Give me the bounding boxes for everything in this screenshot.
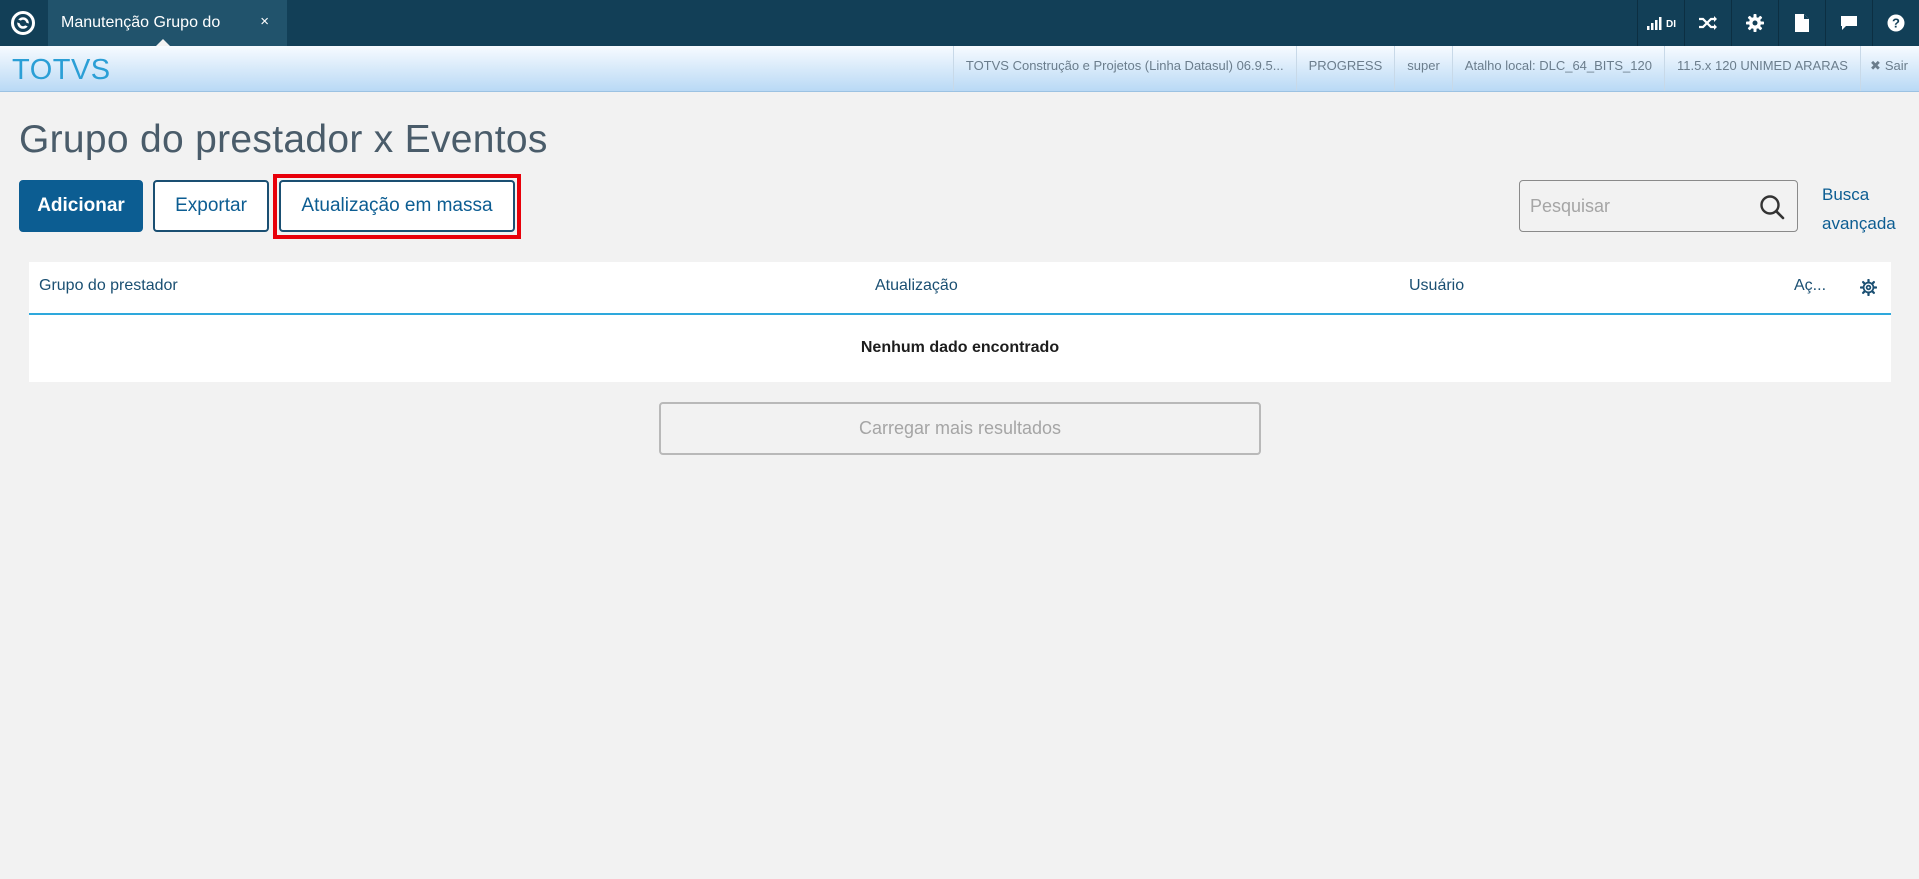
advanced-search-line1: Busca [1822, 185, 1870, 204]
chat-button[interactable] [1825, 0, 1872, 46]
signal-label: DI [1666, 18, 1676, 30]
column-settings-icon[interactable] [1860, 279, 1877, 296]
brand-logo: TOTVS [12, 54, 111, 86]
shortcut-info: Atalho local: DLC_64_BITS_120 [1451, 46, 1664, 91]
header-info-bar: TOTVS Construção e Projetos (Linha Datas… [952, 46, 1919, 91]
totvs-logo-button[interactable] [0, 0, 46, 46]
app-header: TOTVS TOTVS Construção e Projetos (Linha… [0, 46, 1919, 92]
export-button[interactable]: Exportar [153, 180, 269, 232]
shuffle-button[interactable] [1684, 0, 1731, 46]
column-header-acoes[interactable]: Aç... [1794, 277, 1826, 295]
data-table: Grupo do prestador Atualização Usuário A… [29, 262, 1891, 382]
gear-icon [1746, 14, 1764, 32]
chat-icon [1841, 16, 1857, 30]
close-icon: ✖ [1869, 58, 1881, 73]
column-header-grupo[interactable]: Grupo do prestador [39, 277, 178, 295]
column-header-atualizacao[interactable]: Atualização [875, 277, 958, 295]
help-icon: ? [1887, 14, 1905, 32]
advanced-search-line2: avançada [1822, 214, 1896, 233]
load-more-button[interactable]: Carregar mais resultados [659, 402, 1261, 455]
add-button[interactable]: Adicionar [19, 180, 143, 232]
svg-text:?: ? [1892, 16, 1900, 31]
totvs-logo-icon [11, 11, 35, 35]
top-icon-group: DI ? [1637, 0, 1919, 46]
product-info: TOTVS Construção e Projetos (Linha Datas… [952, 46, 1296, 91]
user-info: super [1394, 46, 1452, 91]
document-icon [1795, 14, 1809, 32]
search-icon[interactable] [1759, 194, 1785, 220]
top-bar: Manutenção Grupo do × DI ? [0, 0, 1919, 46]
database-info: PROGRESS [1295, 46, 1395, 91]
mass-update-button[interactable]: Atualização em massa [279, 180, 515, 232]
empty-table-message: Nenhum dado encontrado [860, 339, 1060, 356]
tab-manutencao-grupo[interactable]: Manutenção Grupo do × [48, 0, 287, 46]
logout-button[interactable]: ✖ Sair [1859, 46, 1919, 91]
search-input[interactable] [1520, 181, 1750, 231]
page-title: Grupo do prestador x Eventos [19, 118, 548, 161]
signal-button[interactable]: DI [1637, 0, 1684, 46]
logout-label: Sair [1884, 58, 1908, 73]
shuffle-icon [1699, 16, 1717, 30]
column-header-usuario[interactable]: Usuário [1409, 277, 1464, 295]
tab-title: Manutenção Grupo do [61, 14, 221, 31]
environment-info: 11.5.x 120 UNIMED ARARAS [1663, 46, 1860, 91]
search-box [1519, 180, 1798, 232]
advanced-search-link[interactable]: Busca avançada [1822, 180, 1912, 238]
document-button[interactable] [1778, 0, 1825, 46]
tab-close-button[interactable]: × [260, 13, 269, 30]
table-header: Grupo do prestador Atualização Usuário A… [29, 262, 1891, 315]
help-button[interactable]: ? [1872, 0, 1919, 46]
settings-button[interactable] [1731, 0, 1778, 46]
tab-active-caret [156, 39, 170, 46]
